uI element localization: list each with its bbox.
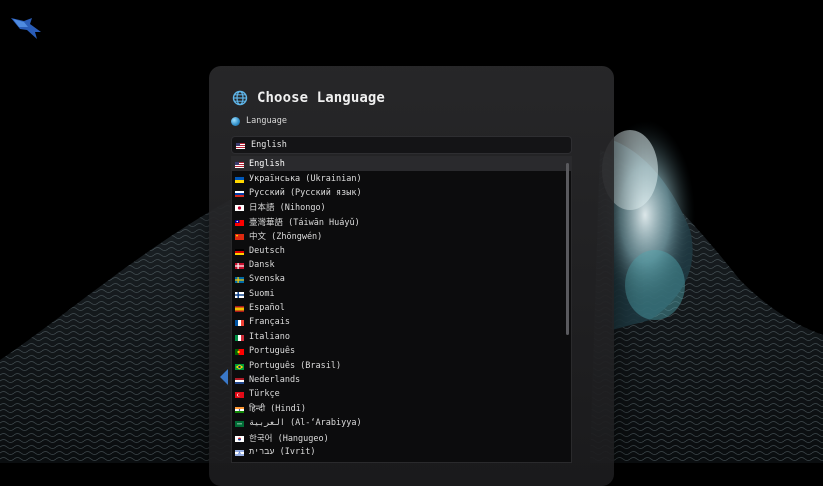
- language-option-label: Українська (Ukrainian): [249, 173, 362, 184]
- flag-il-icon: [235, 449, 244, 456]
- language-option[interactable]: Português: [232, 344, 571, 358]
- flag-se-icon: [235, 276, 244, 284]
- language-option-label: English: [249, 159, 285, 170]
- language-option-label: Deutsch: [249, 245, 285, 256]
- flag-ua-icon: [235, 176, 244, 183]
- language-option-label: Dansk: [249, 259, 275, 270]
- language-option[interactable]: العربية (Al-‘Arabiyya): [232, 416, 571, 430]
- flag-cn-icon: [235, 233, 244, 241]
- language-option-label: العربية (Al-‘Arabiyya): [249, 418, 362, 429]
- flag-sa-icon: [235, 420, 244, 428]
- language-option[interactable]: עברית (Ivrit): [232, 445, 571, 459]
- language-option[interactable]: 日本語 (Nihongo): [232, 200, 571, 214]
- flag-us-icon: [236, 142, 245, 149]
- language-option[interactable]: Nederlands: [232, 373, 571, 387]
- language-option-label: 臺灣華語 (Táiwān Huáyǔ): [249, 217, 360, 228]
- language-option[interactable]: Українська (Ukrainian): [232, 171, 571, 185]
- language-option[interactable]: Italiano: [232, 330, 571, 344]
- dialog-title: Choose Language: [257, 90, 385, 106]
- language-option-label: Nederlands: [249, 375, 301, 386]
- selected-language: English: [251, 140, 287, 150]
- language-option[interactable]: Dansk: [232, 258, 571, 272]
- language-option-label: Italiano: [249, 331, 290, 342]
- language-option[interactable]: Русский (Русский язык): [232, 186, 571, 200]
- language-select[interactable]: English: [231, 136, 572, 154]
- language-option[interactable]: English: [232, 157, 571, 172]
- language-dropdown-list[interactable]: English Українська (Ukrainian) Русский (Ру…: [231, 156, 572, 463]
- flag-nl-icon: [235, 377, 244, 385]
- flag-ru-icon: [235, 190, 244, 197]
- language-option-label: Svenska: [249, 274, 285, 285]
- globe-icon: [232, 90, 248, 106]
- flag-it-icon: [235, 334, 244, 341]
- language-option[interactable]: Svenska: [232, 272, 571, 286]
- flag-pt-icon: [235, 348, 244, 356]
- language-option-label: Français: [249, 317, 290, 328]
- language-option-label: 中文 (Zhōngwén): [249, 232, 323, 243]
- language-option[interactable]: Deutsch: [232, 243, 571, 257]
- flag-kr-icon: [235, 435, 244, 442]
- language-option[interactable]: Suomi: [232, 287, 571, 301]
- language-option-label: 日本語 (Nihongo): [249, 203, 326, 214]
- language-option[interactable]: Français: [232, 315, 571, 329]
- app-logo-icon: [10, 15, 44, 41]
- flag-fi-icon: [235, 291, 244, 298]
- flag-es-icon: [235, 305, 244, 313]
- flag-us-icon: [235, 161, 244, 169]
- language-option[interactable]: 臺灣華語 (Táiwān Huáyǔ): [232, 215, 571, 229]
- language-option-label: हिन्दी (Hindī): [249, 404, 306, 415]
- language-option[interactable]: Türkçe: [232, 387, 571, 401]
- globe-dot-icon: [231, 116, 240, 126]
- language-field-label: Language: [231, 116, 287, 126]
- language-option-label: Türkçe: [249, 389, 280, 400]
- flag-in-icon: [235, 406, 244, 413]
- language-option[interactable]: हिन्दी (Hindī): [232, 402, 571, 416]
- field-label-text: Language: [246, 116, 287, 126]
- language-option-label: Português (Brasil): [249, 360, 342, 371]
- language-option-label: Español: [249, 303, 285, 314]
- language-option-label: Suomi: [249, 288, 275, 299]
- flag-jp-icon: [235, 204, 244, 212]
- language-option[interactable]: 中文 (Zhōngwén): [232, 229, 571, 243]
- dialog-header: Choose Language: [232, 88, 385, 108]
- flag-dk-icon: [235, 262, 244, 269]
- flag-de-icon: [235, 248, 244, 255]
- language-option-label: 한국어 (Hangugeo): [249, 433, 329, 444]
- back-arrow-icon[interactable]: [219, 368, 229, 386]
- dropdown-scrollbar[interactable]: [566, 163, 569, 335]
- language-option-label: Português: [249, 346, 296, 357]
- flag-tr-icon: [235, 391, 244, 399]
- language-option-label: עברית (Ivrit): [249, 447, 316, 457]
- language-option[interactable]: Português (Brasil): [232, 358, 571, 372]
- flag-fr-icon: [235, 319, 244, 327]
- language-option[interactable]: 한국어 (Hangugeo): [232, 430, 571, 444]
- language-option[interactable]: Español: [232, 301, 571, 315]
- flag-tw-icon: [235, 219, 244, 226]
- language-option-label: Русский (Русский язык): [249, 187, 362, 198]
- flag-br-icon: [235, 363, 244, 370]
